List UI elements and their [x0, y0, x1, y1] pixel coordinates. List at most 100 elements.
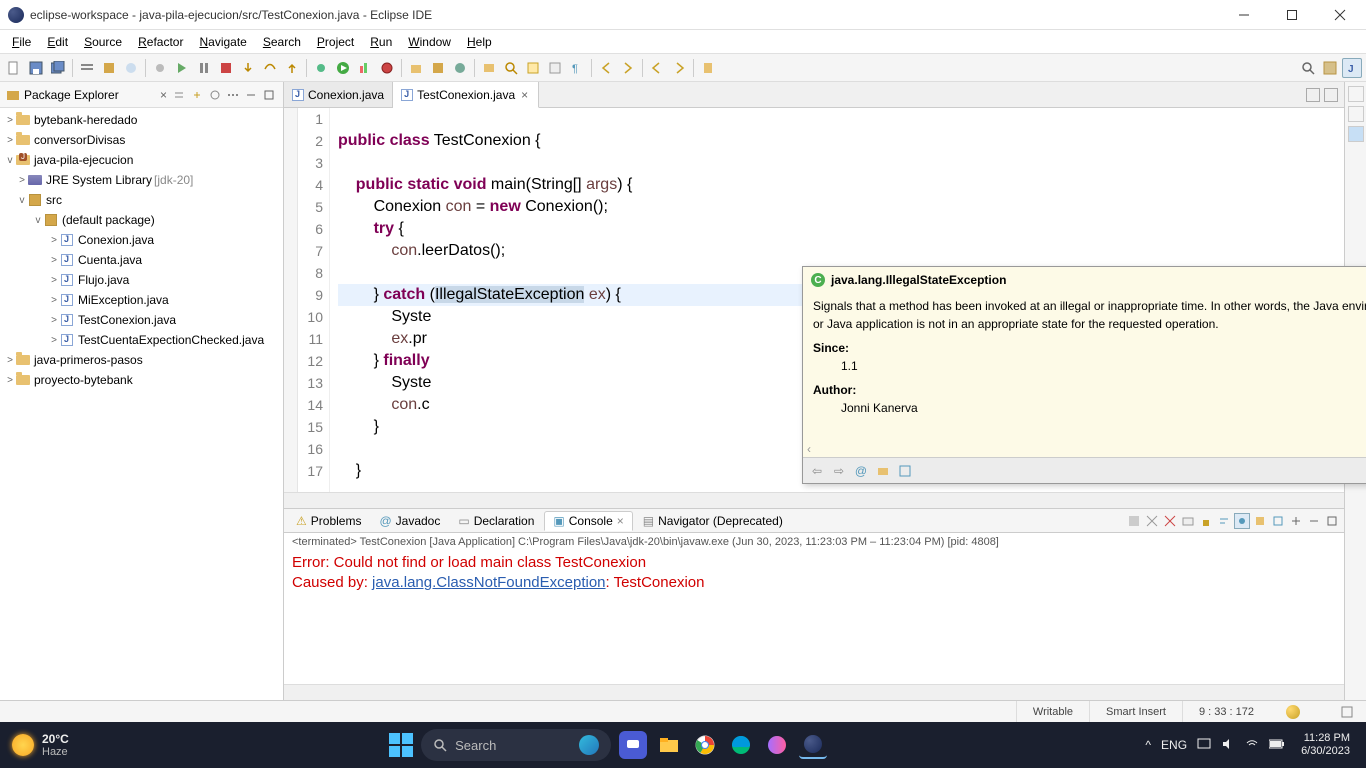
coverage-button[interactable]	[355, 58, 375, 78]
maximize-button[interactable]	[1274, 2, 1310, 28]
tab-close-button[interactable]: ×	[519, 88, 530, 102]
console-remove-launch-button[interactable]	[1144, 513, 1160, 529]
collapse-all-button[interactable]	[171, 87, 187, 103]
bottom-tab-declaration[interactable]: ▭Declaration	[450, 512, 542, 530]
menu-run[interactable]: Run	[362, 33, 400, 51]
focus-task-button[interactable]	[207, 87, 223, 103]
menu-edit[interactable]: Edit	[39, 33, 76, 51]
menu-navigate[interactable]: Navigate	[191, 33, 254, 51]
new-button[interactable]	[4, 58, 24, 78]
taskbar-edge-app[interactable]	[727, 731, 755, 759]
code-line[interactable]: con.leerDatos();	[338, 240, 1344, 262]
new-java-project-button[interactable]	[406, 58, 426, 78]
javadoc-show-in-view-button[interactable]	[897, 463, 913, 479]
tip-bulb-icon[interactable]	[1286, 705, 1300, 719]
maximize-editor-button[interactable]	[1324, 88, 1338, 102]
taskbar-chat-app[interactable]	[619, 731, 647, 759]
annotation-next-button[interactable]	[618, 58, 638, 78]
tree-item[interactable]: v(default package)	[0, 210, 283, 230]
annotation-prev-button[interactable]	[596, 58, 616, 78]
bottom-tab-console[interactable]: ▣Console ×	[544, 511, 632, 531]
javadoc-forward-button[interactable]: ⇨	[831, 463, 847, 479]
taskbar-explorer-app[interactable]	[655, 731, 683, 759]
step-return-button[interactable]	[282, 58, 302, 78]
suspend-button[interactable]	[194, 58, 214, 78]
javadoc-hscroll[interactable]: ‹›	[803, 441, 1366, 457]
javadoc-body[interactable]: Signals that a method has been invoked a…	[803, 293, 1366, 441]
javadoc-open-declaration-button[interactable]	[875, 463, 891, 479]
code-line[interactable]: Conexion con = new Conexion();	[338, 196, 1344, 218]
taskbar-eclipse-app[interactable]	[799, 731, 827, 759]
console-horizontal-scrollbar[interactable]	[284, 684, 1344, 700]
taskbar-search[interactable]: Search	[421, 729, 611, 761]
link-editor-button[interactable]	[189, 87, 205, 103]
open-type-button[interactable]	[121, 58, 141, 78]
bottom-maximize-button[interactable]	[1324, 513, 1340, 529]
console-remove-all-button[interactable]	[1162, 513, 1178, 529]
tree-item[interactable]: vjava-pila-ejecucion	[0, 150, 283, 170]
search-access-button[interactable]	[1298, 58, 1318, 78]
minimize-editor-button[interactable]	[1306, 88, 1320, 102]
resume-button[interactable]	[172, 58, 192, 78]
menu-refactor[interactable]: Refactor	[130, 33, 191, 51]
menu-project[interactable]: Project	[309, 33, 362, 51]
tree-item[interactable]: >java-primeros-pasos	[0, 350, 283, 370]
menu-search[interactable]: Search	[255, 33, 309, 51]
tree-item[interactable]: vsrc	[0, 190, 283, 210]
save-button[interactable]	[26, 58, 46, 78]
tray-volume-icon[interactable]	[1221, 737, 1235, 754]
open-perspective-button[interactable]	[1320, 58, 1340, 78]
build-button[interactable]	[99, 58, 119, 78]
tray-cast-icon[interactable]	[1197, 737, 1211, 754]
step-over-button[interactable]	[260, 58, 280, 78]
status-notification-icon[interactable]	[1324, 701, 1366, 722]
search-button[interactable]	[501, 58, 521, 78]
new-class-button[interactable]	[450, 58, 470, 78]
javadoc-back-button[interactable]: ⇦	[809, 463, 825, 479]
start-button[interactable]	[389, 733, 413, 757]
back-button[interactable]	[647, 58, 667, 78]
bottom-minimize-button[interactable]	[1306, 513, 1322, 529]
minimize-button[interactable]	[1226, 2, 1262, 28]
code-line[interactable]	[338, 152, 1344, 174]
pin-editor-button[interactable]	[698, 58, 718, 78]
toggle-mark-button[interactable]	[523, 58, 543, 78]
code-line[interactable]: try {	[338, 218, 1344, 240]
menu-window[interactable]: Window	[400, 33, 459, 51]
open-task-button[interactable]	[479, 58, 499, 78]
javadoc-at-button[interactable]: @	[853, 463, 869, 479]
editor-horizontal-scrollbar[interactable]	[284, 492, 1344, 508]
console-word-wrap-button[interactable]	[1216, 513, 1232, 529]
tray-chevron-icon[interactable]: ^	[1145, 738, 1151, 752]
tree-item[interactable]: >Cuenta.java	[0, 250, 283, 270]
forward-button[interactable]	[669, 58, 689, 78]
maximize-right-button[interactable]	[1348, 106, 1364, 122]
tray-clock[interactable]: 11:28 PM 6/30/2023	[1295, 732, 1356, 758]
bottom-tab-javadoc[interactable]: @Javadoc	[371, 512, 448, 530]
debug-button[interactable]	[311, 58, 331, 78]
tree-item[interactable]: >proyecto-bytebank	[0, 370, 283, 390]
run-button[interactable]	[333, 58, 353, 78]
console-pin-button[interactable]	[1234, 513, 1250, 529]
maximize-view-button[interactable]	[261, 87, 277, 103]
taskbar-chrome-app[interactable]	[691, 731, 719, 759]
console-scroll-lock-button[interactable]	[1198, 513, 1214, 529]
tree-item[interactable]: >MiException.java	[0, 290, 283, 310]
console-new-button[interactable]	[1288, 513, 1304, 529]
minimize-right-button[interactable]	[1348, 86, 1364, 102]
close-button[interactable]	[1322, 2, 1358, 28]
tree-item[interactable]: >Flujo.java	[0, 270, 283, 290]
bottom-tab-navigator-deprecated-[interactable]: ▤Navigator (Deprecated)	[635, 512, 791, 530]
console-open-button[interactable]	[1270, 513, 1286, 529]
tree-item[interactable]: >TestCuentaExpectionChecked.java	[0, 330, 283, 350]
terminate-button[interactable]	[216, 58, 236, 78]
new-package-button[interactable]	[428, 58, 448, 78]
tray-wifi-icon[interactable]	[1245, 737, 1259, 754]
toggle-block-button[interactable]	[545, 58, 565, 78]
tree-item[interactable]: >conversorDivisas	[0, 130, 283, 150]
code-line[interactable]	[338, 108, 1344, 130]
skip-breakpoints-button[interactable]	[150, 58, 170, 78]
console-terminate-button[interactable]	[1126, 513, 1142, 529]
bottom-tab-problems[interactable]: ⚠Problems	[288, 512, 369, 530]
tree-item[interactable]: >Conexion.java	[0, 230, 283, 250]
